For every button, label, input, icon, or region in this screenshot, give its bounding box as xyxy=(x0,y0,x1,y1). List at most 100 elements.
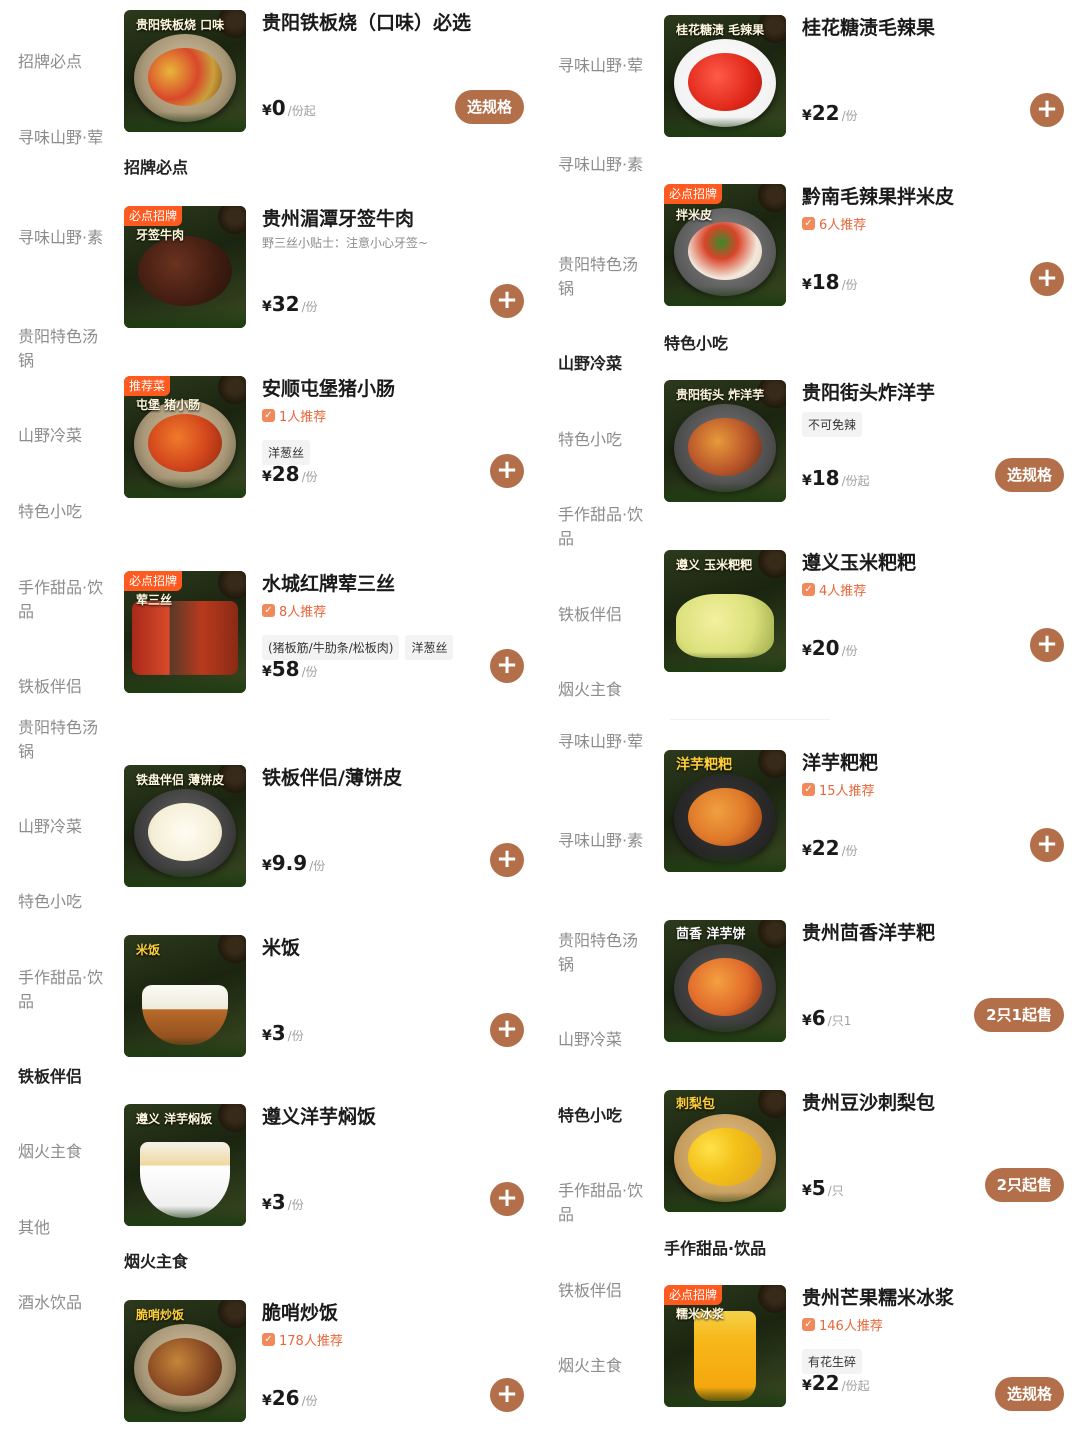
product-item[interactable]: 贵阳街头 炸洋芋 贵阳街头炸洋芋 不可免辣 ¥18/份起 选规格 xyxy=(664,380,1068,502)
product-item[interactable]: 屯堡 猪小肠 推荐菜 安顺屯堡猪小肠 ✓ 1人推荐 洋葱丝 ¥28/份 + xyxy=(124,376,528,498)
sidebar-item-active[interactable]: 特色小吃 xyxy=(558,1104,648,1128)
product-image[interactable]: 屯堡 猪小肠 推荐菜 xyxy=(124,376,246,498)
add-to-cart-button[interactable]: + xyxy=(1030,828,1064,862)
add-to-cart-button[interactable]: + xyxy=(490,1013,524,1047)
price-value: 20 xyxy=(811,636,840,660)
product-item[interactable]: 荤三丝 必点招牌 水城红牌荤三丝 ✓ 8人推荐 (猪板筋/牛肋条/松板肉) 洋葱丝… xyxy=(124,571,528,693)
product-image[interactable]: 遵义 玉米粑粑 xyxy=(664,550,786,672)
add-to-cart-button[interactable]: + xyxy=(490,454,524,488)
product-item[interactable]: 米饭 米饭 ¥3/份 + xyxy=(124,935,528,1057)
sidebar-item[interactable]: 特色小吃 xyxy=(558,428,648,452)
currency-symbol: ¥ xyxy=(262,299,272,315)
sidebar-item[interactable]: 山野冷菜 xyxy=(558,1028,648,1052)
dish-food xyxy=(142,985,228,1045)
add-to-cart-button[interactable]: + xyxy=(490,284,524,318)
sidebar-item[interactable]: 特色小吃 xyxy=(18,890,108,914)
product-name: 贵阳街头炸洋芋 xyxy=(802,382,936,404)
product-image[interactable]: 贵阳街头 炸洋芋 xyxy=(664,380,786,502)
currency-symbol: ¥ xyxy=(262,469,272,485)
image-caption: 糯米冰浆 xyxy=(676,1307,725,1321)
sidebar-item[interactable]: 招牌必点 xyxy=(18,50,108,74)
select-spec-button[interactable]: 选规格 xyxy=(454,90,524,124)
sidebar-item[interactable]: 手作甜品·饮品 xyxy=(558,1179,648,1227)
product-image[interactable]: 拌米皮 必点招牌 xyxy=(664,184,786,306)
product-item[interactable]: 遵义 玉米粑粑 遵义玉米粑粑 ✓ 4人推荐 ¥20/份 + xyxy=(664,550,1068,672)
product-image[interactable]: 米饭 xyxy=(124,935,246,1057)
sidebar-item-active[interactable]: 山野冷菜 xyxy=(558,352,648,376)
sidebar-item[interactable]: 寻味山野·荤 xyxy=(558,730,648,754)
sidebar-item[interactable]: 寻味山野·荤 xyxy=(558,54,648,78)
sidebar-item[interactable]: 山野冷菜 xyxy=(18,815,108,839)
sidebar-item[interactable]: 寻味山野·素 xyxy=(558,153,648,177)
category-label: 招牌必点 xyxy=(124,158,189,177)
sidebar-item[interactable]: 铁板伴侣 xyxy=(558,603,648,627)
moss-decoration xyxy=(124,1206,246,1226)
add-to-cart-button[interactable]: + xyxy=(1030,262,1064,296)
price-value: 5 xyxy=(811,1176,826,1200)
sidebar-item[interactable]: 烟火主食 xyxy=(18,1140,108,1164)
product-name: 贵州豆沙刺梨包 xyxy=(802,1092,936,1114)
sidebar-item[interactable]: 手作甜品·饮品 xyxy=(18,576,108,624)
product-item[interactable]: 拌米皮 必点招牌 黔南毛辣果拌米皮 ✓ 6人推荐 ¥18/份 + xyxy=(664,184,1068,306)
recommend-text: 15人推荐 xyxy=(819,784,875,799)
add-to-cart-button[interactable]: + xyxy=(490,1378,524,1412)
price-unit: /份 xyxy=(309,859,326,873)
add-to-cart-button[interactable]: + xyxy=(490,1182,524,1216)
sidebar-item[interactable]: 贵阳特色汤锅 xyxy=(18,325,108,373)
sidebar-item[interactable]: 特色小吃 xyxy=(18,500,108,524)
dish-food xyxy=(688,788,762,846)
sidebar-item[interactable]: 寻味山野·荤 xyxy=(18,126,108,150)
min-order-button[interactable]: 2只起售 xyxy=(984,1168,1064,1202)
product-item[interactable]: 铁盘伴侣 薄饼皮 铁板伴侣/薄饼皮 ¥9.9/份 + xyxy=(124,765,528,887)
image-caption: 遵义 玉米粑粑 xyxy=(676,558,753,572)
product-image[interactable]: 铁盘伴侣 薄饼皮 xyxy=(124,765,246,887)
select-spec-button[interactable]: 选规格 xyxy=(994,1377,1064,1411)
product-image[interactable]: 牙签牛肉 必点招牌 xyxy=(124,206,246,328)
currency-symbol: ¥ xyxy=(802,1183,812,1199)
select-spec-button[interactable]: 选规格 xyxy=(994,458,1064,492)
sidebar-item[interactable]: 贵阳特色汤锅 xyxy=(558,929,648,977)
product-item[interactable]: 脆哨炒饭 脆哨炒饭 ✓ 178人推荐 ¥26/份 + xyxy=(124,1300,528,1422)
sidebar-item[interactable]: 贵阳特色汤锅 xyxy=(18,716,108,764)
product-item[interactable]: 桂花糖渍 毛辣果 桂花糖渍毛辣果 ¥22/份 + xyxy=(664,15,1068,137)
sidebar-item[interactable]: 手作甜品·饮品 xyxy=(18,966,108,1014)
sidebar-item[interactable]: 寻味山野·素 xyxy=(18,226,108,250)
add-to-cart-button[interactable]: + xyxy=(1030,628,1064,662)
product-image[interactable]: 荤三丝 必点招牌 xyxy=(124,571,246,693)
product-image[interactable]: 脆哨炒饭 xyxy=(124,1300,246,1422)
currency-symbol: ¥ xyxy=(802,1013,812,1029)
currency-symbol: ¥ xyxy=(802,277,812,293)
product-item[interactable]: 洋芋粑粑 洋芋粑粑 ✓ 15人推荐 ¥22/份 + xyxy=(664,750,1068,872)
add-to-cart-button[interactable]: + xyxy=(490,649,524,683)
product-image[interactable]: 桂花糖渍 毛辣果 xyxy=(664,15,786,137)
sidebar-item[interactable]: 烟火主食 xyxy=(558,678,648,702)
min-order-button[interactable]: 2只1起售 xyxy=(974,998,1064,1032)
product-image[interactable]: 糯米冰浆 必点招牌 xyxy=(664,1285,786,1407)
product-name: 贵州湄潭牙签牛肉 xyxy=(262,208,415,230)
add-to-cart-button[interactable]: + xyxy=(1030,93,1064,127)
product-image[interactable]: 遵义 洋芋焖饭 xyxy=(124,1104,246,1226)
sidebar-item[interactable]: 山野冷菜 xyxy=(18,424,108,448)
sidebar-item[interactable]: 寻味山野·素 xyxy=(558,829,648,853)
product-image[interactable]: 洋芋粑粑 xyxy=(664,750,786,872)
product-item[interactable]: 茴香 洋芋饼 贵州茴香洋芋粑 ¥6/只1 2只1起售 xyxy=(664,920,1068,1042)
sidebar-item[interactable]: 酒水饮品 xyxy=(18,1291,108,1315)
sidebar-item[interactable]: 烟火主食 xyxy=(558,1354,648,1378)
sidebar-item[interactable]: 手作甜品·饮品 xyxy=(558,503,648,551)
sidebar-item[interactable]: 其他 xyxy=(18,1216,108,1240)
sidebar-item[interactable]: 铁板伴侣 xyxy=(558,1279,648,1303)
product-item[interactable]: 糯米冰浆 必点招牌 贵州芒果糯米冰浆 ✓ 146人推荐 有花生碎 ¥22/份起 选… xyxy=(664,1285,1068,1411)
product-item[interactable]: 贵阳铁板烧 口味 贵阳铁板烧（口味）必选 ¥0/份起 选规格 xyxy=(124,10,528,132)
product-item[interactable]: 遵义 洋芋焖饭 遵义洋芋焖饭 ¥3/份 + xyxy=(124,1104,528,1226)
add-to-cart-button[interactable]: + xyxy=(490,843,524,877)
product-image[interactable]: 刺梨包 xyxy=(664,1090,786,1212)
sidebar-item[interactable]: 铁板伴侣 xyxy=(18,675,108,699)
sidebar-item[interactable]: 贵阳特色汤锅 xyxy=(558,253,648,301)
product-image[interactable]: 茴香 洋芋饼 xyxy=(664,920,786,1042)
sidebar-item-active[interactable]: 铁板伴侣 xyxy=(18,1065,108,1089)
product-image[interactable]: 贵阳铁板烧 口味 xyxy=(124,10,246,132)
thumbs-up-icon: ✓ xyxy=(262,1333,275,1346)
product-item[interactable]: 刺梨包 贵州豆沙刺梨包 ¥5/只 2只起售 xyxy=(664,1090,1068,1212)
product-item[interactable]: 牙签牛肉 必点招牌 贵州湄潭牙签牛肉 野三丝小贴士：注意小心牙签~ ¥32/份 … xyxy=(124,206,528,328)
moss-decoration xyxy=(664,1022,786,1042)
